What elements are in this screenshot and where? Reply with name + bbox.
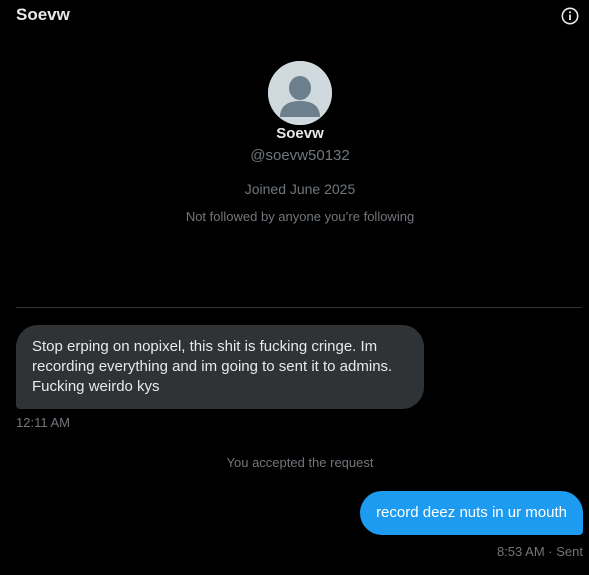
outgoing-message-meta: 8:53 AM · Sent [497, 544, 583, 559]
system-message: You accepted the request [226, 455, 374, 470]
default-avatar-icon [268, 61, 332, 125]
divider [16, 307, 582, 308]
profile-follow-context: Not followed by anyone you’re following [185, 209, 415, 224]
outgoing-message-time: 8:53 AM [496, 544, 545, 559]
outgoing-message-bubble[interactable]: record deez nuts in ur mouth [360, 491, 583, 535]
outgoing-message-status: Sent [556, 544, 583, 559]
incoming-message-bubble[interactable]: Stop erping on nopixel, this shit is fuc… [16, 325, 424, 409]
incoming-message-time: 12:11 AM [16, 415, 70, 430]
meta-separator: · [548, 544, 553, 559]
conversation-title[interactable]: Soevw [16, 5, 70, 25]
profile-handle[interactable]: @soevw50132 [0, 147, 589, 164]
avatar[interactable] [268, 61, 332, 125]
profile-joined-date: Joined June 2025 [244, 181, 356, 197]
info-icon[interactable] [561, 7, 579, 25]
profile-name[interactable]: Soevw [0, 125, 589, 142]
dm-conversation: Soevw Soevw @soevw50132 Joined June 2025… [0, 0, 589, 575]
